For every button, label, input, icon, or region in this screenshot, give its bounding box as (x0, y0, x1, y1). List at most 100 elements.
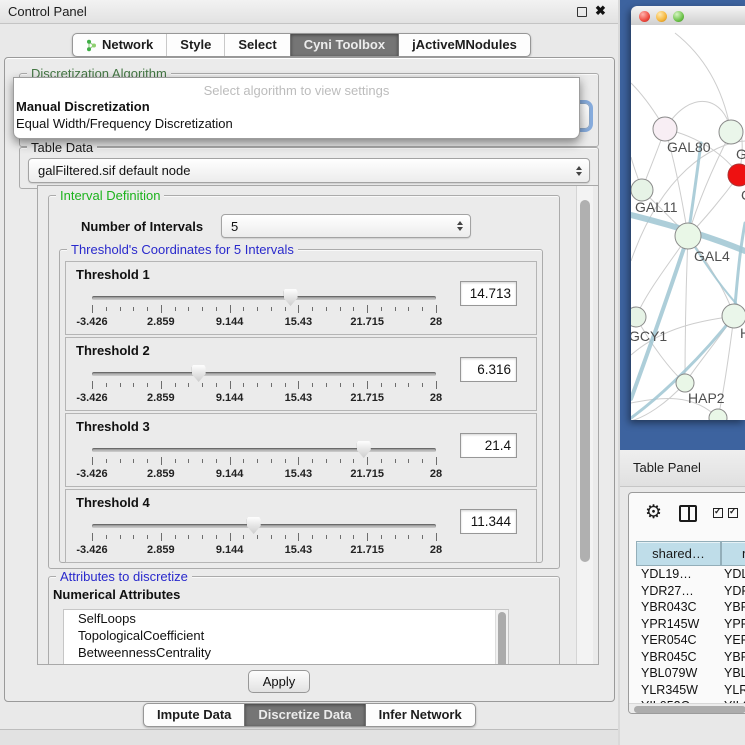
slider-track[interactable] (92, 296, 436, 300)
cell-name: YER0 (724, 633, 745, 647)
settings-scrollbar[interactable] (576, 186, 593, 664)
tab-label: Network (102, 34, 153, 56)
tick-label: 28 (430, 316, 442, 328)
apply-button[interactable]: Apply (248, 670, 310, 693)
slider-ticks (92, 381, 436, 390)
network-node[interactable] (728, 164, 745, 186)
slider-thumb[interactable] (284, 289, 298, 306)
cell-shared-name: YDR27… (641, 584, 694, 598)
number-of-intervals-combobox[interactable]: 5 (221, 214, 471, 238)
slider-thumb[interactable] (192, 365, 206, 382)
cell-name: YDR2 (724, 584, 745, 598)
table-row[interactable]: YDR27… YDR2 (629, 584, 745, 601)
attribute-item[interactable]: BetweennessCentrality (64, 644, 508, 661)
split-columns-icon[interactable] (679, 505, 697, 522)
tick-label: 2.859 (147, 316, 175, 328)
gear-icon[interactable]: ⚙ (645, 501, 662, 524)
network-node[interactable] (631, 179, 653, 201)
table-row[interactable]: YBR043CYBR0 (629, 600, 745, 617)
attribute-item[interactable]: SelfLoops (64, 610, 508, 627)
cell-shared-name: YBL079W (641, 666, 697, 680)
tab-network[interactable]: Network (73, 34, 166, 56)
close-traffic-light-icon[interactable] (639, 11, 650, 22)
group-title: Threshold's Coordinates for 5 Intervals (67, 242, 298, 257)
tab-label: Infer Network (379, 704, 462, 726)
tab-label: jActiveMNodules (412, 34, 517, 56)
select-columns-icon[interactable] (713, 508, 723, 518)
network-node[interactable] (653, 117, 677, 141)
tick-label: 21.715 (350, 544, 384, 556)
scrollbar-thumb[interactable] (634, 706, 745, 713)
tab-cyni-toolbox[interactable]: Cyni Toolbox (290, 34, 398, 56)
scrollbar-thumb[interactable] (580, 200, 590, 562)
tab-label: Impute Data (157, 704, 231, 726)
algorithm-option-equal-width[interactable]: Equal Width/Frequency Discretization (14, 115, 579, 132)
close-icon[interactable]: ✖ (595, 3, 606, 19)
table-row[interactable]: YLR345WYLR3 (629, 683, 745, 700)
tab-select[interactable]: Select (224, 34, 289, 56)
slider-ticks (92, 533, 436, 542)
select-all-columns-icon[interactable] (728, 508, 738, 518)
network-node[interactable] (675, 223, 701, 249)
list-scrollbar[interactable] (495, 610, 508, 665)
threshold-label: Threshold 1 (76, 267, 150, 282)
attribute-item[interactable]: TopologicalCoefficient (64, 627, 508, 644)
slider-track[interactable] (92, 524, 436, 528)
tick-label: 2.859 (147, 392, 175, 404)
table-row[interactable]: YPR145W YPR1 (629, 617, 745, 634)
table-horizontal-scrollbar[interactable] (629, 703, 745, 714)
table-rows: YDL19…YDL1YDR27…YDR2YBR043CYBR0YPR145WYP… (629, 567, 745, 703)
column-header-shared-name[interactable]: shared… (636, 541, 721, 566)
cell-name: YPR1 (724, 617, 745, 631)
tick-label: 9.144 (216, 392, 244, 404)
slider-tick-labels: -3.4262.8599.14415.4321.71528 (92, 392, 436, 406)
network-node[interactable] (631, 307, 646, 327)
network-node[interactable] (719, 120, 743, 144)
network-node[interactable] (709, 409, 727, 420)
table-data-combobox[interactable]: galFiltered.sif default node (28, 158, 590, 183)
tick-label: 9.144 (216, 316, 244, 328)
algorithm-option-manual[interactable]: Manual Discretization (14, 98, 579, 115)
node-label: GCY1 (631, 328, 667, 344)
algorithm-dropdown-popup: Select algorithm to view settings Manual… (13, 77, 580, 139)
slider-track[interactable] (92, 372, 436, 376)
network-window-titlebar[interactable] (631, 6, 745, 26)
table-row[interactable]: YBR045CYBR0 (629, 650, 745, 667)
node-label: C (741, 187, 745, 203)
slider-track[interactable] (92, 448, 436, 452)
slider-thumb[interactable] (247, 517, 261, 534)
zoom-traffic-light-icon[interactable] (673, 11, 684, 22)
tab-style[interactable]: Style (166, 34, 224, 56)
tab-infer-network[interactable]: Infer Network (365, 704, 475, 726)
group-title: Attributes to discretize (56, 569, 192, 584)
table-row[interactable]: YDL19…YDL1 (629, 567, 745, 584)
tab-label: Discretize Data (258, 704, 351, 726)
control-panel-tab-bar: Network Style Select Cyni Toolbox jActiveMNo… (72, 33, 531, 57)
threshold-value-input[interactable] (460, 281, 517, 306)
column-header-name[interactable]: n (721, 541, 745, 566)
table-row[interactable]: YBL079WYBL0 (629, 666, 745, 683)
tick-label: 21.715 (350, 316, 384, 328)
control-panel: Control Panel ✖ NetworkStyleSelectCyni T… (0, 0, 618, 745)
tab-label: Cyni Toolbox (304, 34, 385, 56)
table-row[interactable]: YER054C YER0 (629, 633, 745, 650)
network-canvas[interactable]: GAL80GACGAL11GAL4GCY1HHAP2 (631, 25, 745, 420)
float-panel-icon[interactable] (577, 7, 587, 17)
threshold-value-input[interactable] (460, 357, 517, 382)
node-label: GA (736, 146, 745, 162)
tab-impute-data[interactable]: Impute Data (144, 704, 244, 726)
cell-shared-name: YER054C (641, 633, 697, 647)
tab-label: Style (180, 34, 211, 56)
threshold-value-input[interactable] (460, 433, 517, 458)
tab-jactivemnodules[interactable]: jActiveMNodules (398, 34, 530, 56)
threshold-panel-4: Threshold 4-3.4262.8599.14415.4321.71528 (65, 489, 537, 563)
cell-shared-name: YPR145W (641, 617, 699, 631)
node-label: GAL4 (694, 248, 730, 264)
slider-thumb[interactable] (357, 441, 371, 458)
network-view-window: GAL80GACGAL11GAL4GCY1HHAP2 (631, 6, 745, 420)
threshold-value-input[interactable] (460, 509, 517, 534)
minimize-traffic-light-icon[interactable] (656, 11, 667, 22)
network-desktop: GAL80GACGAL11GAL4GCY1HHAP2 (620, 0, 745, 450)
tab-discretize-data[interactable]: Discretize Data (244, 704, 364, 726)
threshold-slider: -3.4262.8599.14415.4321.71528 (92, 292, 436, 332)
